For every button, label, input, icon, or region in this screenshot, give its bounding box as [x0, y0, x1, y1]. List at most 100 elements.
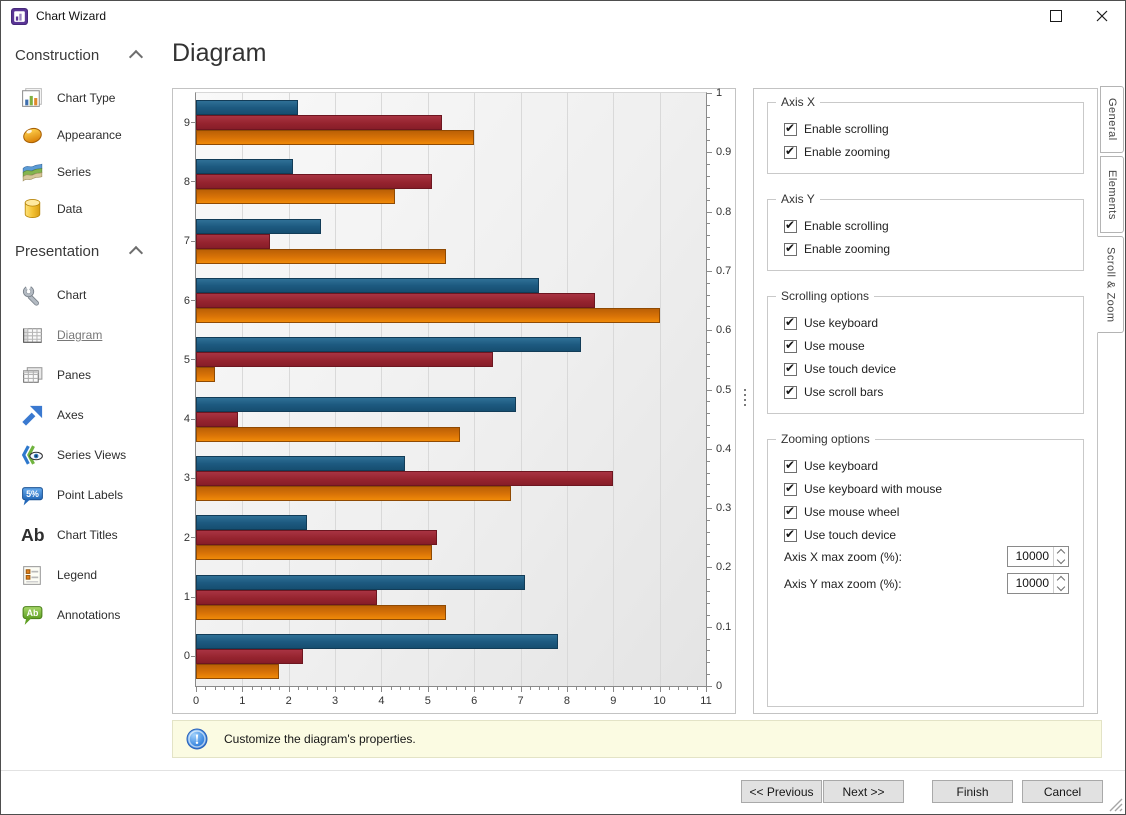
- bar-orange-series-cat7: [196, 249, 446, 264]
- sidebar-item-series-views[interactable]: Series Views: [1, 435, 161, 475]
- x-axis-minor-tick: [585, 687, 586, 690]
- close-button[interactable]: [1083, 1, 1121, 31]
- title-bar[interactable]: Chart Wizard: [1, 1, 1125, 31]
- sidebar-item-chart-titles[interactable]: AbChart Titles: [1, 515, 161, 555]
- category-label: 6: [175, 294, 190, 308]
- previous-button[interactable]: << Previous: [741, 780, 822, 803]
- sidebar-item-chart-type[interactable]: Chart Type: [1, 79, 161, 116]
- bar-blue-series-cat0: [196, 634, 558, 649]
- legend-icon: [19, 562, 45, 588]
- checkbox-label: Enable zooming: [804, 145, 890, 159]
- check-icon: ✔: [785, 121, 795, 135]
- spin-value[interactable]: 10000: [1008, 547, 1053, 566]
- maximize-button[interactable]: [1037, 1, 1075, 31]
- checkbox-enable-zooming[interactable]: ✔Enable zooming: [784, 144, 890, 160]
- x-axis-tick: [474, 687, 475, 692]
- x-axis-minor-tick: [678, 687, 679, 690]
- sidebar-item-point-labels[interactable]: 5%Point Labels: [1, 475, 161, 515]
- category-tick: [191, 122, 196, 123]
- y2-axis-minor-tick: [707, 650, 710, 651]
- tab-general[interactable]: General: [1100, 86, 1124, 153]
- tab-elements[interactable]: Elements: [1100, 156, 1124, 233]
- y2-axis-minor-tick: [707, 378, 710, 379]
- checkbox-use-touch-device[interactable]: ✔Use touch device: [784, 361, 896, 377]
- y2-axis-label: 0: [716, 680, 722, 692]
- bar-red-series-cat1: [196, 590, 377, 605]
- x-axis-label: 3: [325, 695, 345, 707]
- bar-red-series-cat9: [196, 115, 442, 130]
- sidebar-item-annotations[interactable]: AbAnnotations: [1, 595, 161, 635]
- checkbox-box: ✔: [784, 363, 797, 376]
- sidebar-item-chart[interactable]: Chart: [1, 275, 161, 315]
- category-tick: [191, 597, 196, 598]
- panel-splitter[interactable]: [740, 88, 752, 714]
- sidebar-item-axes[interactable]: Axes: [1, 395, 161, 435]
- checkbox-box: ✔: [784, 317, 797, 330]
- maximize-icon: [1050, 10, 1062, 22]
- x-axis-minor-tick: [456, 687, 457, 690]
- bar-blue-series-cat3: [196, 456, 405, 471]
- panel-tab-strip: General Elements Scroll & Zoom: [1097, 86, 1126, 446]
- x-axis-minor-tick: [344, 687, 345, 690]
- sidebar-item-legend[interactable]: Legend: [1, 555, 161, 595]
- bar-orange-series-cat6: [196, 308, 660, 323]
- sidebar-item-series[interactable]: Series: [1, 153, 161, 190]
- y2-axis-minor-tick: [707, 247, 710, 248]
- section-title: Construction: [15, 47, 131, 64]
- checkbox-use-keyboard[interactable]: ✔Use keyboard: [784, 315, 878, 331]
- y2-axis-minor-tick: [707, 306, 710, 307]
- bar-orange-series-cat9: [196, 130, 474, 145]
- sidebar-section-header-presentation[interactable]: Presentation: [15, 237, 155, 265]
- sidebar-section-header-construction[interactable]: Construction: [15, 41, 155, 69]
- series-views-icon: [19, 442, 45, 468]
- checkbox-use-keyboard[interactable]: ✔Use keyboard: [784, 458, 878, 474]
- resize-grip[interactable]: [1106, 795, 1123, 812]
- x-axis-label: 6: [464, 695, 484, 707]
- cancel-button[interactable]: Cancel: [1022, 780, 1103, 803]
- chart-preview[interactable]: 98765432100123456789101100.10.20.30.40.5…: [172, 88, 736, 714]
- sidebar-item-diagram[interactable]: Diagram: [1, 315, 161, 355]
- spin-down-button[interactable]: [1054, 557, 1068, 567]
- x-axis-minor-tick: [326, 687, 327, 690]
- checkbox-box: ✔: [784, 529, 797, 542]
- panes-icon: [19, 362, 45, 388]
- next-button[interactable]: Next >>: [823, 780, 904, 803]
- spin-value[interactable]: 10000: [1008, 574, 1053, 593]
- spin-field-label: Axis Y max zoom (%):: [784, 577, 902, 591]
- close-icon: [1096, 10, 1108, 22]
- category-tick: [191, 419, 196, 420]
- check-icon: ✔: [785, 361, 795, 375]
- checkbox-use-mouse-wheel[interactable]: ✔Use mouse wheel: [784, 504, 899, 520]
- bar-red-series-cat8: [196, 174, 432, 189]
- bar-red-series-cat6: [196, 293, 595, 308]
- x-axis-minor-tick: [224, 687, 225, 690]
- checkbox-enable-zooming[interactable]: ✔Enable zooming: [784, 241, 890, 257]
- x-axis-tick: [428, 687, 429, 692]
- checkbox-box: ✔: [784, 483, 797, 496]
- options-panel: Axis X✔Enable scrolling✔Enable zoomingAx…: [753, 88, 1098, 714]
- checkbox-label: Use keyboard: [804, 459, 878, 473]
- checkbox-use-mouse[interactable]: ✔Use mouse: [784, 338, 865, 354]
- y2-axis-minor-tick: [707, 591, 710, 592]
- checkbox-enable-scrolling[interactable]: ✔Enable scrolling: [784, 218, 889, 234]
- checkbox-use-scroll-bars[interactable]: ✔ Use scroll bars: [784, 384, 883, 400]
- tab-scroll-zoom[interactable]: Scroll & Zoom: [1097, 236, 1124, 333]
- x-axis-minor-tick: [233, 687, 234, 690]
- checkbox-box: ✔: [784, 386, 797, 399]
- checkbox-enable-scrolling[interactable]: ✔Enable scrolling: [784, 121, 889, 137]
- checkbox-use-touch-device[interactable]: ✔Use touch device: [784, 527, 896, 543]
- sidebar-item-appearance[interactable]: Appearance: [1, 116, 161, 153]
- gridline: [567, 93, 568, 686]
- y2-axis-label: 0.5: [716, 384, 731, 396]
- spin-down-button[interactable]: [1054, 584, 1068, 594]
- y2-axis-minor-tick: [707, 425, 710, 426]
- x-axis-label: 1: [232, 695, 252, 707]
- finish-button[interactable]: Finish: [932, 780, 1013, 803]
- x-axis-minor-tick: [576, 687, 577, 690]
- checkbox-label: Use scroll bars: [804, 385, 883, 399]
- sidebar-item-panes[interactable]: Panes: [1, 355, 161, 395]
- checkbox-use-keyboard-with-mouse[interactable]: ✔Use keyboard with mouse: [784, 481, 942, 497]
- spin-field-axis-y-max-zoom: Axis Y max zoom (%): 10000: [784, 573, 1069, 594]
- sidebar-item-data[interactable]: Data: [1, 190, 161, 227]
- spin-editor: 10000: [1007, 573, 1069, 594]
